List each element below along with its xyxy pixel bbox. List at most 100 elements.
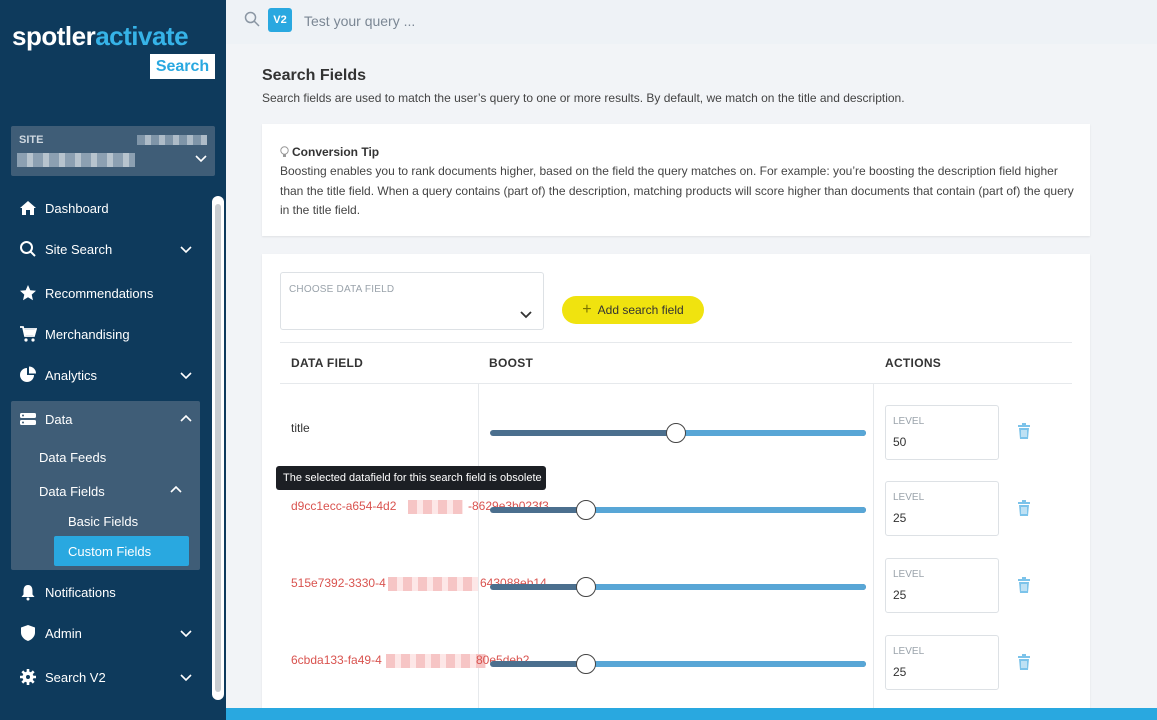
scrollbar-thumb[interactable]	[215, 204, 221, 692]
nav-label: Dashboard	[45, 200, 109, 216]
star-icon	[20, 285, 36, 301]
table-row: 515e7392-3330-4 643088eb14 LEVEL 25	[280, 539, 1072, 616]
level-value: 25	[893, 588, 907, 602]
choose-data-field-select[interactable]: CHOOSE DATA FIELD	[280, 272, 544, 330]
header-actions: ACTIONS	[885, 356, 942, 370]
boost-slider[interactable]	[490, 507, 866, 513]
field-name-redacted	[388, 577, 478, 591]
gear-icon	[20, 669, 36, 685]
conversion-tip-card: Conversion Tip Boosting enables you to r…	[262, 124, 1090, 236]
level-field[interactable]: LEVEL 25	[885, 558, 999, 613]
nav-data[interactable]: Data	[0, 402, 226, 436]
level-value: 50	[893, 435, 907, 449]
database-icon	[20, 413, 36, 425]
trash-icon[interactable]	[1017, 654, 1031, 670]
logo[interactable]: spotleractivate	[12, 21, 189, 51]
tip-title: Conversion Tip	[280, 145, 379, 159]
sidebar-scrollbar[interactable]	[212, 196, 224, 700]
main-content: Search Fields Search fields are used to …	[226, 44, 1157, 720]
level-label: LEVEL	[893, 416, 925, 427]
chevron-up-icon	[170, 485, 182, 493]
page-title: Search Fields	[262, 67, 367, 84]
add-search-field-button[interactable]: + Add search field	[562, 296, 704, 324]
nav-search-v2[interactable]: Search V2	[0, 660, 226, 694]
nav-label: Admin	[45, 625, 82, 641]
nav-label: Merchandising	[45, 326, 130, 342]
pie-chart-icon	[20, 366, 36, 382]
table-row: title LEVEL 50	[280, 385, 1072, 462]
boost-slider[interactable]	[490, 584, 866, 590]
chevron-down-icon	[180, 372, 192, 380]
level-label: LEVEL	[893, 646, 925, 657]
chevron-down-icon	[180, 630, 192, 638]
search-icon	[20, 241, 36, 257]
nav-dashboard[interactable]: Dashboard	[0, 191, 226, 225]
tip-title-text: Conversion Tip	[292, 145, 380, 159]
nav-label: Search V2	[45, 669, 106, 685]
nav-merchandising[interactable]: Merchandising	[0, 317, 226, 351]
nav-label: Custom Fields	[68, 544, 152, 559]
chevron-down-icon	[180, 246, 192, 254]
field-name-obsolete: 515e7392-3330-4	[291, 576, 386, 590]
logo-badge: Search	[150, 54, 215, 79]
sidebar: spotleractivate Search SITE Dashboard Si…	[0, 0, 226, 720]
choose-data-field-label: CHOOSE DATA FIELD	[289, 284, 395, 295]
add-search-field-label: Add search field	[597, 303, 684, 317]
nav-site-search[interactable]: Site Search	[0, 232, 226, 266]
level-field[interactable]: LEVEL 25	[885, 481, 999, 536]
logo-text-white: spotler	[12, 21, 96, 51]
bell-icon	[21, 585, 35, 601]
top-bar: V2	[226, 0, 1157, 44]
chevron-down-icon	[180, 674, 192, 682]
nav-label: Data	[45, 411, 73, 427]
nav-notifications[interactable]: Notifications	[0, 575, 226, 609]
cart-icon	[20, 326, 37, 342]
slider-upper-track	[586, 507, 866, 513]
trash-icon[interactable]	[1017, 577, 1031, 593]
slider-upper-track	[676, 430, 866, 436]
nav-data-feeds[interactable]: Data Feeds	[39, 450, 106, 465]
nav-admin[interactable]: Admin	[0, 616, 226, 650]
nav-label: Recommendations	[45, 285, 154, 301]
site-name-redacted	[17, 153, 135, 167]
level-value: 25	[893, 511, 907, 525]
header-data-field: DATA FIELD	[291, 356, 364, 370]
nav-data-fields[interactable]: Data Fields	[39, 484, 105, 499]
field-name: title	[291, 421, 310, 435]
slider-handle[interactable]	[666, 423, 686, 443]
logo-text-blue: activate	[95, 21, 189, 51]
plus-icon: +	[582, 301, 592, 318]
nav-label: Analytics	[45, 367, 98, 383]
site-selector[interactable]: SITE	[11, 126, 215, 176]
nav-custom-fields[interactable]: Custom Fields	[54, 536, 189, 566]
trash-icon[interactable]	[1017, 423, 1031, 439]
field-name-redacted	[386, 654, 486, 668]
nav-analytics[interactable]: Analytics	[0, 358, 226, 392]
level-value: 25	[893, 665, 907, 679]
query-input[interactable]	[304, 8, 804, 34]
boost-slider[interactable]	[490, 661, 866, 667]
site-label: SITE	[19, 134, 44, 146]
tip-body: Boosting enables you to rank documents h…	[280, 164, 1074, 217]
chevron-up-icon	[180, 414, 192, 422]
slider-handle[interactable]	[576, 654, 596, 674]
slider-upper-track	[586, 661, 866, 667]
header-boost: BOOST	[489, 356, 534, 370]
level-label: LEVEL	[893, 569, 925, 580]
field-name-obsolete: 6cbda133-fa49-4	[291, 653, 382, 667]
obsolete-tooltip: The selected datafield for this search f…	[276, 466, 546, 490]
nav-basic-fields[interactable]: Basic Fields	[68, 514, 138, 529]
nav-recommendations[interactable]: Recommendations	[0, 276, 226, 310]
shield-icon	[21, 625, 35, 641]
version-badge: V2	[268, 8, 292, 32]
slider-handle[interactable]	[576, 500, 596, 520]
slider-handle[interactable]	[576, 577, 596, 597]
level-field[interactable]: LEVEL 50	[885, 405, 999, 460]
chevron-down-icon	[195, 155, 207, 163]
level-field[interactable]: LEVEL 25	[885, 635, 999, 690]
field-name-obsolete: d9cc1ecc-a654-4d2	[291, 499, 397, 513]
trash-icon[interactable]	[1017, 500, 1031, 516]
home-icon	[20, 201, 36, 215]
level-label: LEVEL	[893, 492, 925, 503]
bottom-bar	[226, 708, 1157, 720]
